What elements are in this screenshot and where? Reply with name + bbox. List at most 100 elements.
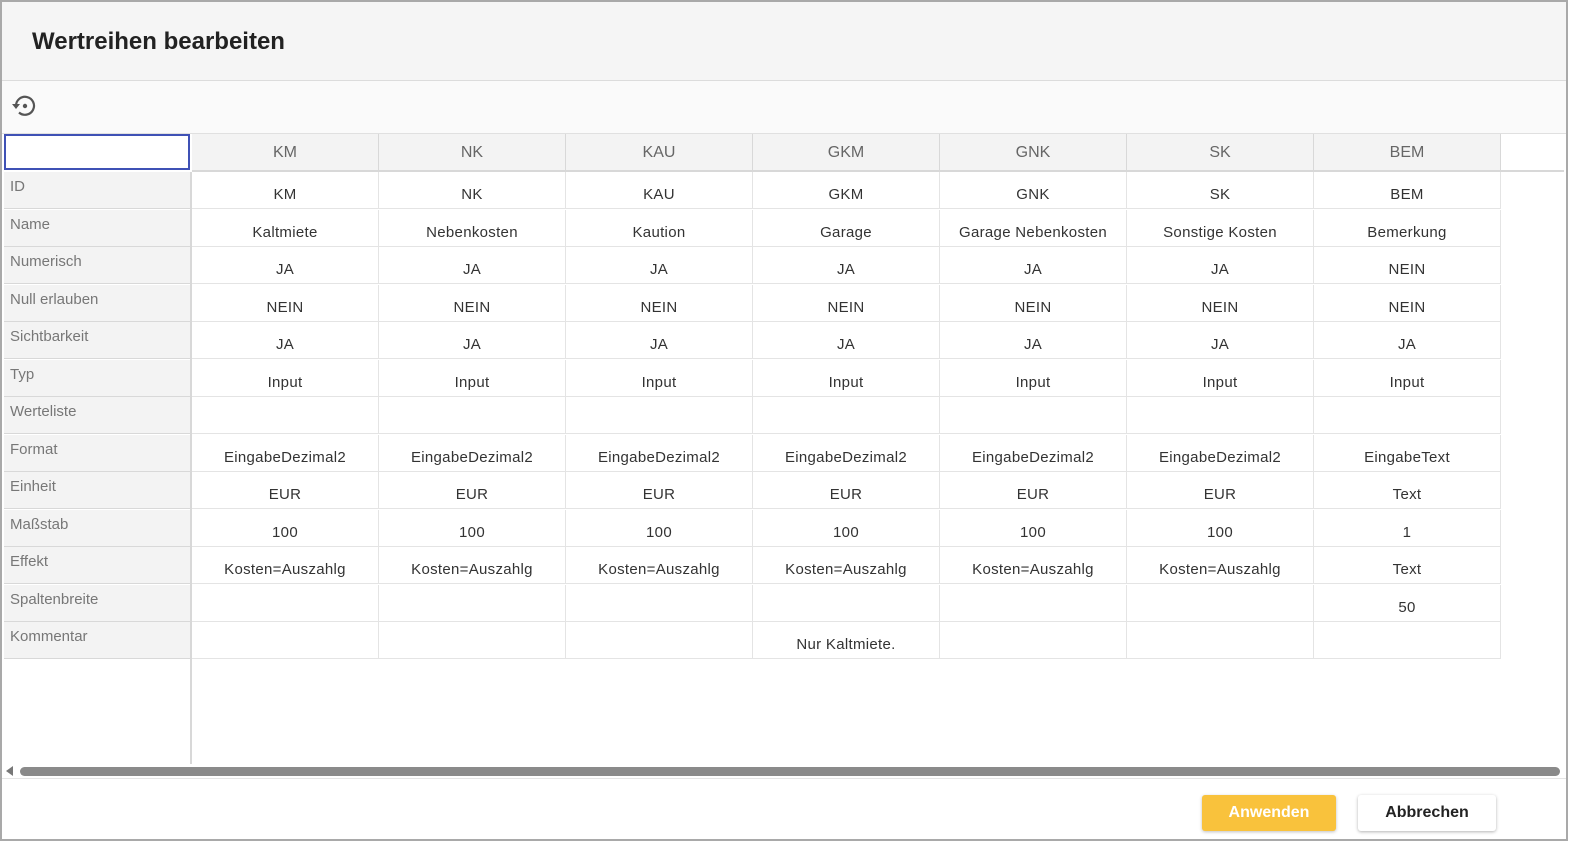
apply-button[interactable]: Anwenden (1202, 795, 1336, 831)
table-cell[interactable]: Kosten=Auszahlg (753, 547, 940, 584)
table-cell[interactable]: Sonstige Kosten (1127, 209, 1314, 247)
table-cell[interactable]: NEIN (753, 284, 940, 322)
table-cell[interactable] (379, 622, 566, 659)
table-cell[interactable]: Kaltmiete (192, 209, 379, 247)
table-cell[interactable]: JA (566, 322, 753, 359)
table-cell[interactable]: EUR (1127, 472, 1314, 509)
table-cell[interactable]: Text (1314, 472, 1501, 509)
column-header-gnk[interactable]: GNK (940, 134, 1127, 170)
table-cell[interactable]: NEIN (1127, 284, 1314, 322)
table-cell[interactable] (940, 397, 1127, 434)
table-cell[interactable] (1127, 397, 1314, 434)
table-cell[interactable]: KM (192, 172, 379, 209)
scroll-left-arrow-icon[interactable] (6, 766, 13, 776)
table-cell[interactable] (940, 584, 1127, 622)
table-cell[interactable]: JA (379, 322, 566, 359)
row-header[interactable]: Spaltenbreite (4, 584, 190, 622)
table-cell[interactable]: Nur Kaltmiete. (753, 622, 940, 659)
table-cell[interactable] (1127, 584, 1314, 622)
table-cell[interactable]: Nebenkosten (379, 209, 566, 247)
row-header[interactable]: Typ (4, 359, 190, 397)
table-cell[interactable]: Input (192, 359, 379, 397)
row-header[interactable]: Einheit (4, 472, 190, 509)
table-cell[interactable]: Kosten=Auszahlg (1127, 547, 1314, 584)
table-cell[interactable]: Input (940, 359, 1127, 397)
table-cell[interactable]: EingabeDezimal2 (753, 434, 940, 472)
table-cell[interactable]: Garage Nebenkosten (940, 209, 1127, 247)
table-cell[interactable]: Input (753, 359, 940, 397)
table-cell[interactable] (753, 397, 940, 434)
table-cell[interactable]: JA (1127, 322, 1314, 359)
table-cell[interactable] (379, 397, 566, 434)
table-cell[interactable]: EingabeDezimal2 (566, 434, 753, 472)
table-cell[interactable]: 100 (566, 509, 753, 547)
table-cell[interactable]: GKM (753, 172, 940, 209)
table-cell[interactable]: Garage (753, 209, 940, 247)
table-cell[interactable]: NK (379, 172, 566, 209)
table-cell[interactable]: Kaution (566, 209, 753, 247)
table-cell[interactable] (192, 397, 379, 434)
table-cell[interactable]: Bemerkung (1314, 209, 1501, 247)
table-cell[interactable]: Input (566, 359, 753, 397)
table-cell[interactable]: JA (566, 247, 753, 284)
table-cell[interactable]: NEIN (940, 284, 1127, 322)
table-cell[interactable] (566, 397, 753, 434)
table-cell[interactable]: JA (192, 247, 379, 284)
table-cell[interactable] (1314, 622, 1501, 659)
table-cell[interactable]: NEIN (1314, 284, 1501, 322)
scrollbar-thumb[interactable] (20, 767, 1560, 776)
table-cell[interactable] (1127, 622, 1314, 659)
grid-corner-cell[interactable] (4, 134, 190, 170)
table-cell[interactable]: JA (1314, 322, 1501, 359)
table-cell[interactable]: Kosten=Auszahlg (940, 547, 1127, 584)
table-cell[interactable]: Input (1314, 359, 1501, 397)
table-cell[interactable] (566, 584, 753, 622)
column-header-km[interactable]: KM (192, 134, 379, 170)
table-cell[interactable]: Input (1127, 359, 1314, 397)
row-header[interactable]: Numerisch (4, 247, 190, 284)
table-cell[interactable]: NEIN (379, 284, 566, 322)
table-cell[interactable]: GNK (940, 172, 1127, 209)
table-cell[interactable]: JA (940, 247, 1127, 284)
row-header[interactable]: Name (4, 209, 190, 247)
table-cell[interactable]: JA (753, 322, 940, 359)
row-header[interactable]: Format (4, 434, 190, 472)
table-cell[interactable]: 100 (192, 509, 379, 547)
table-cell[interactable]: EingabeDezimal2 (1127, 434, 1314, 472)
row-header[interactable]: ID (4, 172, 190, 209)
row-header[interactable]: Maßstab (4, 509, 190, 547)
table-cell[interactable]: 100 (940, 509, 1127, 547)
table-cell[interactable]: 100 (753, 509, 940, 547)
table-cell[interactable]: 1 (1314, 509, 1501, 547)
table-cell[interactable]: 100 (379, 509, 566, 547)
reset-button[interactable] (10, 91, 40, 121)
row-header[interactable]: Sichtbarkeit (4, 322, 190, 359)
table-cell[interactable]: EingabeDezimal2 (192, 434, 379, 472)
table-cell[interactable]: JA (753, 247, 940, 284)
column-header-kau[interactable]: KAU (566, 134, 753, 170)
row-header[interactable]: Kommentar (4, 622, 190, 659)
table-cell[interactable] (753, 584, 940, 622)
table-cell[interactable]: NEIN (566, 284, 753, 322)
table-cell[interactable]: EingabeText (1314, 434, 1501, 472)
table-cell[interactable]: KAU (566, 172, 753, 209)
table-cell[interactable]: Kosten=Auszahlg (192, 547, 379, 584)
table-cell[interactable]: NEIN (1314, 247, 1501, 284)
table-cell[interactable]: EUR (940, 472, 1127, 509)
table-cell[interactable]: JA (379, 247, 566, 284)
table-cell[interactable]: Kosten=Auszahlg (566, 547, 753, 584)
table-cell[interactable]: EUR (379, 472, 566, 509)
column-header-nk[interactable]: NK (379, 134, 566, 170)
row-header[interactable]: Werteliste (4, 397, 190, 434)
table-cell[interactable]: EUR (192, 472, 379, 509)
table-cell[interactable]: JA (192, 322, 379, 359)
table-cell[interactable] (379, 584, 566, 622)
column-header-gkm[interactable]: GKM (753, 134, 940, 170)
table-cell[interactable]: 50 (1314, 584, 1501, 622)
table-cell[interactable] (566, 622, 753, 659)
column-header-bem[interactable]: BEM (1314, 134, 1501, 170)
table-cell[interactable]: EUR (753, 472, 940, 509)
table-cell[interactable] (192, 584, 379, 622)
table-cell[interactable]: BEM (1314, 172, 1501, 209)
table-cell[interactable]: EingabeDezimal2 (940, 434, 1127, 472)
